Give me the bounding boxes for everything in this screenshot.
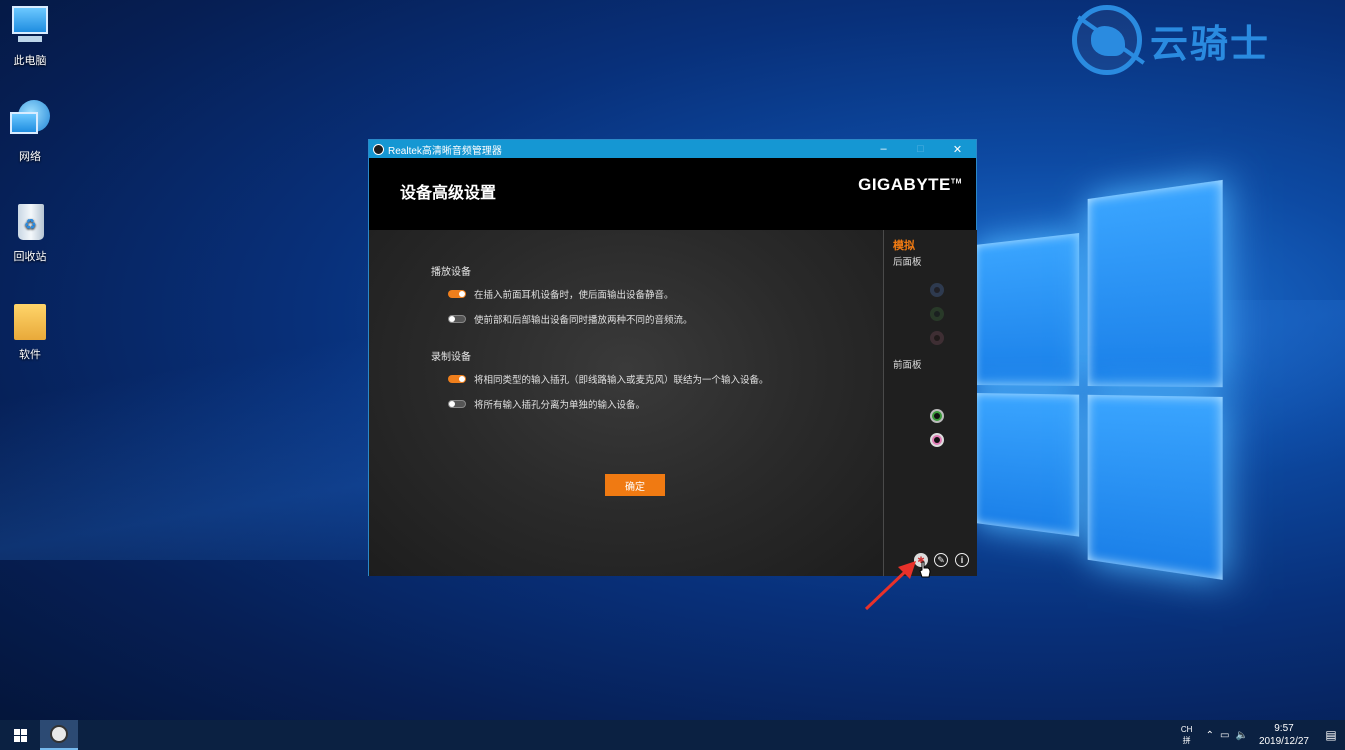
page-title: 设备高级设置	[400, 183, 497, 202]
advanced-settings-panel: 播放设备 在插入前面耳机设备时，使后面输出设备静音。 使前部和后部输出设备同时播…	[369, 230, 883, 576]
maximize-button[interactable]: □	[902, 143, 939, 155]
desktop-icon-label: 网络	[19, 151, 41, 163]
input-method-indicator[interactable]: CH 拼	[1177, 724, 1197, 746]
front-panel-label: 前面板	[893, 360, 922, 371]
ok-button[interactable]: 确定	[605, 474, 665, 496]
playback-section-label: 播放设备	[431, 267, 471, 278]
rear-jack-pink-icon[interactable]	[930, 331, 944, 345]
toggle-switch-on[interactable]	[448, 375, 466, 383]
jack-side-panel: 模拟 后面板 前面板 ✱ ✎ i	[883, 230, 977, 576]
desktop-icon-label: 回收站	[13, 251, 47, 263]
gigabyte-logo: GIGABYTETM	[858, 175, 962, 194]
desktop-icon-recycle-bin[interactable]: ♻ 回收站	[5, 200, 55, 264]
toggle-switch-off[interactable]	[448, 400, 466, 408]
page-header: 设备高级设置 GIGABYTETM	[369, 158, 976, 230]
recycle-bin-icon: ♻	[8, 200, 52, 244]
taskbar-app-realtek[interactable]	[40, 720, 78, 750]
playback-option-mute-rear[interactable]: 在插入前面耳机设备时，使后面输出设备静音。	[448, 287, 674, 301]
network-icon	[8, 100, 52, 144]
watermark-logo: 云骑士	[1072, 0, 1270, 80]
windows-start-icon	[13, 728, 27, 742]
window-titlebar[interactable]: Realtek高清晰音频管理器 – □ ✕	[369, 140, 976, 158]
folder-icon	[8, 298, 52, 342]
rear-panel-label: 后面板	[893, 257, 922, 268]
clock[interactable]: 9:57 2019/12/27	[1259, 722, 1309, 748]
rear-jack-green-icon[interactable]	[930, 307, 944, 321]
clock-time: 9:57	[1274, 723, 1294, 734]
desktop-icon-label: 软件	[19, 349, 41, 361]
hand-cursor-icon	[919, 561, 931, 578]
analog-label: 模拟	[893, 239, 915, 252]
option-label: 使前部和后部输出设备同时播放两种不同的音频流。	[474, 315, 693, 326]
recording-option-combine-inputs[interactable]: 将相同类型的输入插孔（即线路输入或麦克风）联结为一个输入设备。	[448, 372, 769, 386]
taskbar: CH 拼 ⌃ ▭ 🔈 9:57 2019/12/27 ▤	[0, 720, 1345, 750]
window-title: Realtek高清晰音频管理器	[388, 145, 502, 157]
notification-center-icon[interactable]: ▤	[1317, 728, 1345, 742]
desktop-icon-this-pc[interactable]: 此电脑	[5, 4, 55, 68]
network-tray-icon[interactable]: ▭	[1220, 730, 1229, 741]
chevron-up-icon[interactable]: ⌃	[1206, 730, 1214, 741]
info-icon[interactable]: i	[955, 553, 969, 567]
system-tray: CH 拼 ⌃ ▭ 🔈 9:57 2019/12/27 ▤	[1177, 720, 1345, 750]
clock-date: 2019/12/27	[1258, 736, 1309, 747]
recording-section-label: 录制设备	[431, 352, 471, 363]
red-annotation-arrow-icon	[864, 561, 916, 611]
rear-jack-blue-icon[interactable]	[930, 283, 944, 297]
start-button[interactable]	[0, 720, 40, 750]
wrench-icon[interactable]: ✎	[934, 553, 948, 567]
minimize-button[interactable]: –	[865, 143, 902, 155]
close-button[interactable]: ✕	[939, 143, 976, 156]
knight-logo-icon	[1072, 5, 1145, 75]
realtek-taskbar-icon	[50, 725, 68, 743]
recording-option-separate-inputs[interactable]: 将所有输入插孔分离为单独的输入设备。	[448, 397, 645, 411]
desktop-icon-label: 此电脑	[13, 55, 47, 67]
playback-option-dual-stream[interactable]: 使前部和后部输出设备同时播放两种不同的音频流。	[448, 312, 693, 326]
front-jack-pink-icon[interactable]	[930, 433, 944, 447]
watermark-text: 云骑士	[1150, 21, 1271, 66]
option-label: 将相同类型的输入插孔（即线路输入或麦克风）联结为一个输入设备。	[474, 375, 769, 386]
windows-logo-wallpaper	[975, 179, 1223, 580]
front-jack-green-icon[interactable]	[930, 409, 944, 423]
option-label: 在插入前面耳机设备时，使后面输出设备静音。	[474, 290, 674, 301]
desktop-icon-software[interactable]: 软件	[5, 298, 55, 362]
realtek-audio-manager-window: Realtek高清晰音频管理器 – □ ✕ 设备高级设置 GIGABYTETM …	[368, 139, 977, 576]
toggle-switch-on[interactable]	[448, 290, 466, 298]
toggle-switch-off[interactable]	[448, 315, 466, 323]
volume-icon[interactable]: 🔈	[1235, 730, 1247, 741]
option-label: 将所有输入插孔分离为单独的输入设备。	[474, 400, 646, 411]
computer-icon	[8, 4, 52, 48]
realtek-app-icon	[373, 143, 384, 155]
desktop-icon-network[interactable]: 网络	[5, 100, 55, 164]
